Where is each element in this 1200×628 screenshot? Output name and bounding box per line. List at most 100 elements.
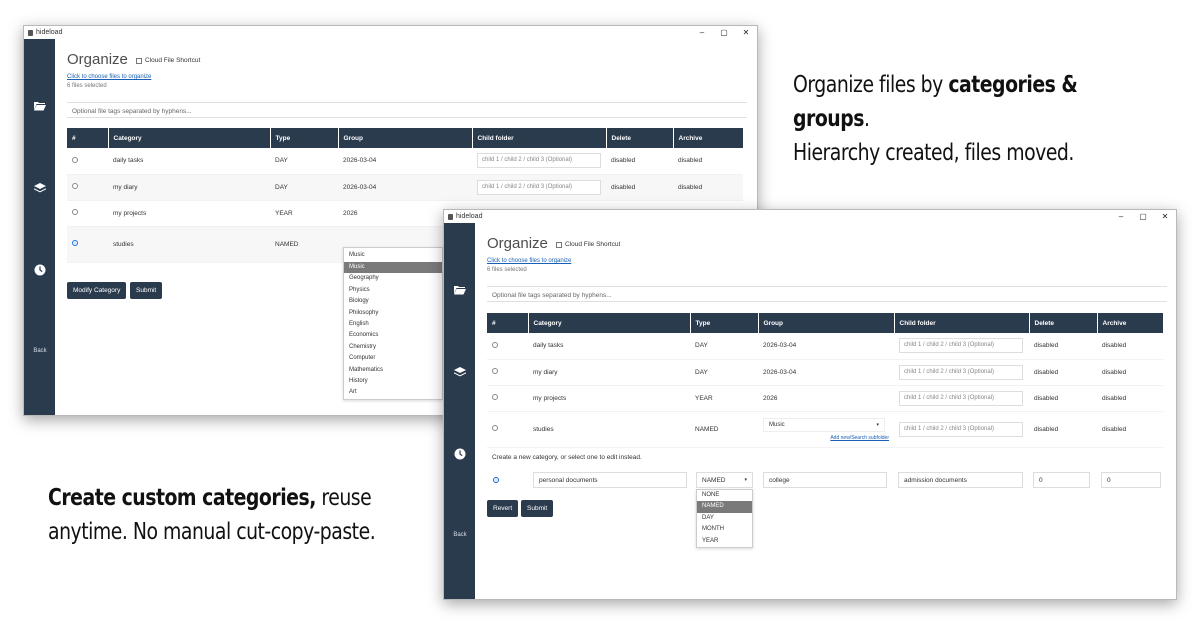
dropdown-option[interactable]: Biology: [344, 296, 442, 307]
child-folder-input[interactable]: child 1 / child 2 / child 3 (Optional): [899, 421, 1023, 437]
table-row[interactable]: my diary DAY 2026-03-04 child 1 / child …: [487, 359, 1163, 386]
title-bar: hideload – ▢ ✕: [24, 26, 757, 39]
minimize-button[interactable]: –: [691, 28, 713, 37]
row-radio[interactable]: [492, 368, 498, 374]
type-option[interactable]: DAY: [697, 513, 752, 524]
headline-top-line2: Hierarchy created, files moved.: [793, 140, 1074, 166]
table-row[interactable]: my diary DAY 2026-03-04 child 1 / child …: [67, 174, 743, 201]
table-row[interactable]: my projects YEAR 2026 child 1 / child 2 …: [487, 385, 1163, 412]
dropdown-option[interactable]: Philosophy: [344, 308, 442, 319]
new-row-radio-selected[interactable]: [493, 477, 499, 483]
add-subfolder-link[interactable]: Add new/Search subfolder: [830, 435, 889, 441]
column-header-index: #: [487, 313, 529, 333]
maximize-button[interactable]: ▢: [713, 28, 735, 37]
dropdown-option[interactable]: Mathematics: [344, 365, 442, 376]
cloud-shortcut-checkbox[interactable]: Cloud File Shortcut: [556, 241, 620, 248]
category-cell: daily tasks: [108, 148, 270, 175]
new-delete-input[interactable]: 0: [1033, 472, 1090, 488]
submit-button[interactable]: Submit: [521, 500, 554, 517]
type-option-selected[interactable]: NAMED: [697, 501, 752, 513]
archive-cell: disabled: [673, 148, 743, 175]
new-group-input[interactable]: college: [763, 472, 887, 488]
type-select[interactable]: NAMED ▾: [696, 472, 753, 488]
type-option[interactable]: MONTH: [697, 524, 752, 535]
type-option[interactable]: NONE: [697, 490, 752, 501]
table-row[interactable]: studies NAMED Music ▾ Add new/Search sub…: [487, 411, 1163, 448]
new-archive-input[interactable]: 0: [1101, 472, 1161, 488]
back-link[interactable]: Back: [448, 532, 472, 538]
file-tags-input[interactable]: Optional file tags separated by hyphens.…: [487, 286, 1167, 302]
clock-icon[interactable]: [453, 448, 466, 460]
cloud-shortcut-label: Cloud File Shortcut: [145, 57, 201, 64]
type-option[interactable]: YEAR: [697, 536, 752, 547]
choose-files-link[interactable]: Click to choose files to organize: [67, 74, 151, 80]
headline-top-pre: Organize files by: [793, 72, 949, 98]
revert-button[interactable]: Revert: [487, 500, 519, 517]
layers-icon[interactable]: [453, 366, 466, 378]
type-dropdown-list[interactable]: NONE NAMED DAY MONTH YEAR: [696, 489, 753, 548]
row-radio[interactable]: [492, 341, 498, 348]
layers-icon[interactable]: [33, 182, 46, 194]
table-row[interactable]: daily tasks DAY 2026-03-04 child 1 / chi…: [67, 148, 743, 175]
type-cell: DAY: [270, 174, 338, 201]
delete-cell: disabled: [1029, 333, 1097, 360]
table-row[interactable]: daily tasks DAY 2026-03-04 child 1 / chi…: [487, 333, 1163, 360]
child-folder-input[interactable]: child 1 / child 2 / child 3 (Optional): [477, 179, 601, 195]
delete-cell: disabled: [1029, 359, 1097, 386]
window-title: hideload: [456, 213, 483, 220]
column-header-archive: Archive: [673, 128, 744, 148]
group-dropdown-value[interactable]: Music: [344, 248, 442, 262]
group-cell: 2026-03-04: [338, 174, 472, 201]
dropdown-option[interactable]: History: [344, 376, 442, 387]
submit-button[interactable]: Submit: [130, 282, 163, 299]
dropdown-option[interactable]: Economics: [344, 330, 442, 341]
dropdown-option[interactable]: Chemistry: [344, 342, 442, 353]
row-radio[interactable]: [72, 156, 78, 163]
new-category-input[interactable]: personal documents: [533, 472, 687, 488]
file-tags-input[interactable]: Optional file tags separated by hyphens.…: [67, 102, 747, 118]
child-folder-input[interactable]: child 1 / child 2 / child 3 (Optional): [899, 364, 1023, 380]
close-button[interactable]: ✕: [735, 28, 757, 37]
checkbox-icon[interactable]: [136, 57, 142, 64]
child-folder-input[interactable]: child 1 / child 2 / child 3 (Optional): [899, 338, 1023, 354]
column-header-group: Group: [338, 128, 473, 148]
type-cell: YEAR: [270, 200, 338, 227]
group-dropdown[interactable]: Music Music Geography Physics Biology Ph…: [343, 247, 443, 400]
dropdown-option[interactable]: English: [344, 319, 442, 330]
choose-files-link[interactable]: Click to choose files to organize: [487, 258, 571, 264]
sidebar: Back: [24, 39, 55, 415]
group-select[interactable]: Music ▾: [763, 417, 885, 432]
dropdown-option[interactable]: Physics: [344, 285, 442, 296]
close-button[interactable]: ✕: [1154, 212, 1176, 221]
row-radio[interactable]: [72, 183, 78, 189]
window-title: hideload: [36, 29, 63, 36]
child-folder-input[interactable]: child 1 / child 2 / child 3 (Optional): [477, 153, 601, 169]
modify-category-button[interactable]: Modify Category: [67, 282, 127, 299]
row-radio[interactable]: [72, 209, 78, 215]
row-radio[interactable]: [492, 394, 498, 400]
type-select-value: NAMED: [702, 476, 726, 484]
column-header-category: Category: [108, 128, 271, 148]
column-header-delete: Delete: [1029, 313, 1098, 333]
minimize-button[interactable]: –: [1110, 212, 1132, 221]
cloud-shortcut-checkbox[interactable]: Cloud File Shortcut: [136, 57, 200, 64]
column-header-child-folder: Child folder: [894, 313, 1030, 333]
new-child-folder-input[interactable]: admission documents: [898, 472, 1023, 488]
dropdown-option[interactable]: Art: [344, 387, 442, 398]
child-folder-input[interactable]: child 1 / child 2 / child 3 (Optional): [899, 390, 1023, 406]
row-radio[interactable]: [492, 425, 498, 431]
archive-cell: disabled: [1097, 411, 1163, 448]
category-cell: my projects: [108, 200, 270, 227]
dropdown-option[interactable]: Music: [344, 262, 442, 274]
page-title: Organize: [67, 51, 128, 68]
categories-table: # Category Type Group Child folder Delet…: [487, 313, 1164, 448]
folder-open-icon[interactable]: [33, 100, 46, 112]
dropdown-option[interactable]: Computer: [344, 353, 442, 364]
row-radio-selected[interactable]: [72, 240, 78, 246]
back-link[interactable]: Back: [28, 348, 52, 354]
dropdown-option[interactable]: Geography: [344, 273, 442, 284]
checkbox-icon[interactable]: [556, 241, 562, 248]
folder-open-icon[interactable]: [453, 284, 466, 296]
clock-icon[interactable]: [33, 264, 46, 276]
maximize-button[interactable]: ▢: [1132, 212, 1154, 221]
